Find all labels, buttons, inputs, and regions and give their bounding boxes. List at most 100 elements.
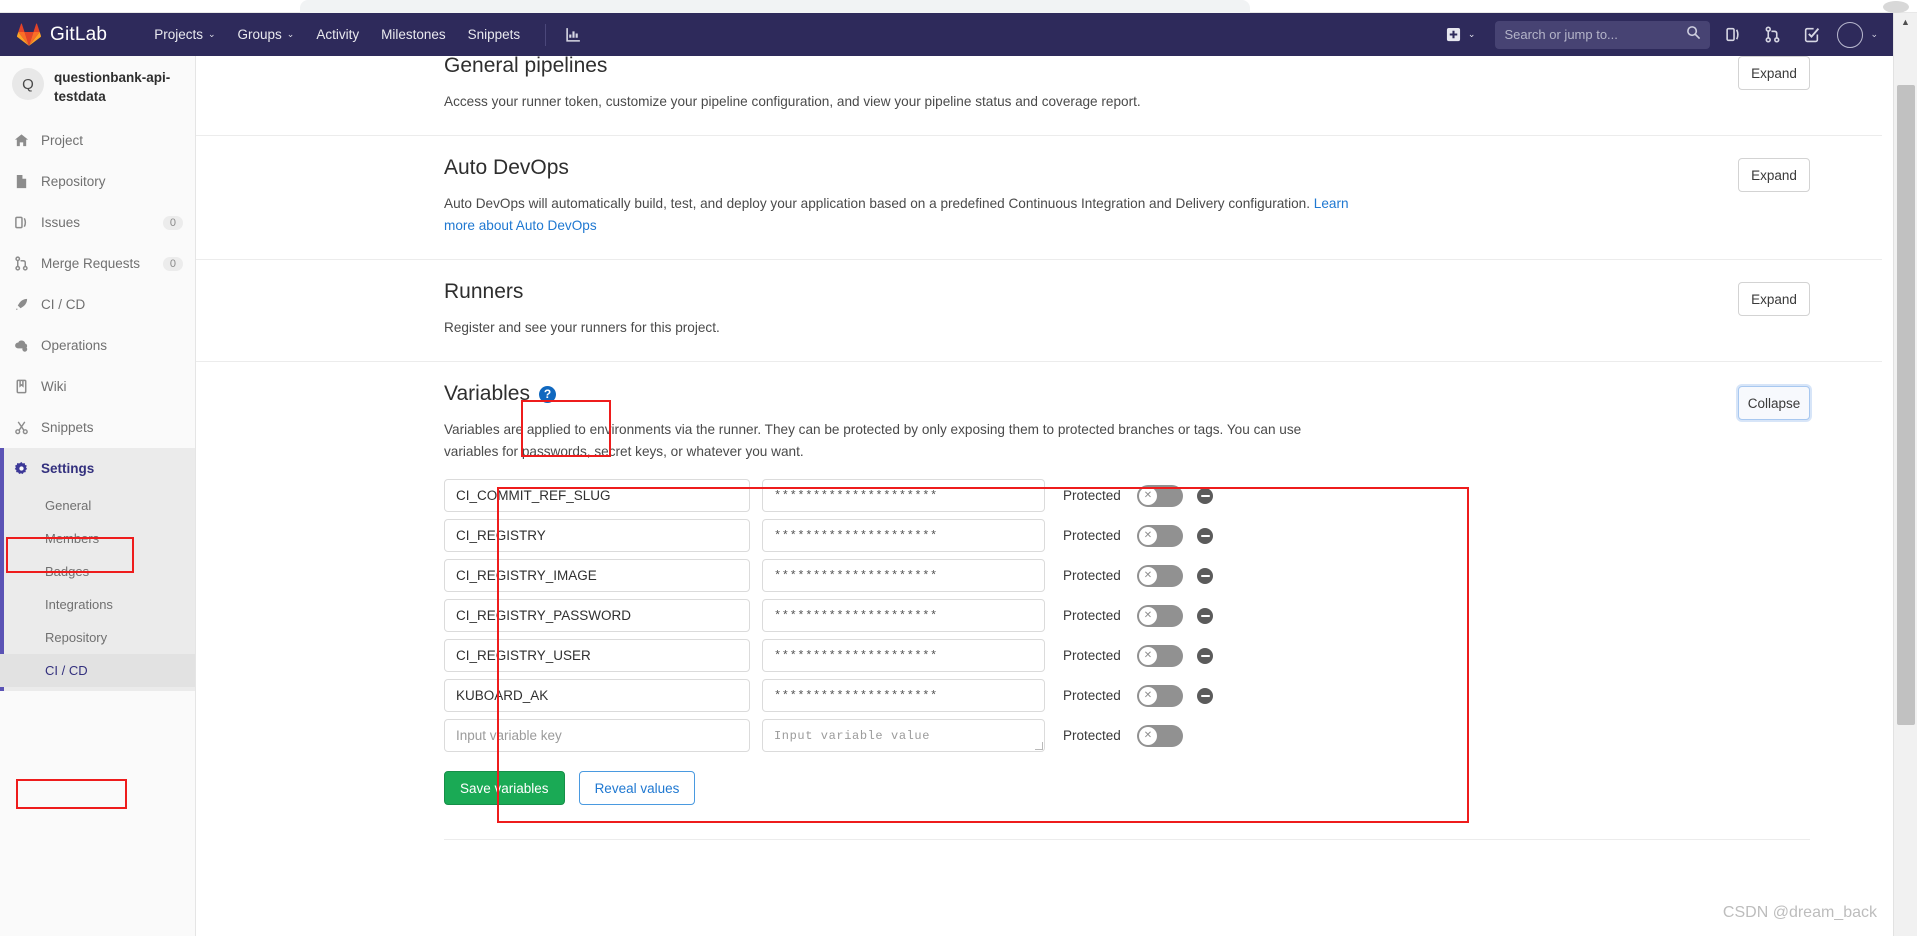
section-general-pipelines: General pipelines Access your runner tok…: [196, 56, 1882, 136]
sidebar-item-repository[interactable]: Repository: [0, 161, 195, 202]
variables-description: Variables are applied to environments vi…: [444, 422, 1302, 459]
variable-key-input[interactable]: [444, 559, 750, 592]
remove-variable-button[interactable]: [1197, 687, 1213, 704]
expand-button-auto-devops[interactable]: Expand: [1738, 158, 1810, 192]
section-title: General pipelines: [444, 56, 608, 77]
variable-value-input[interactable]: [762, 479, 1045, 512]
protected-toggle[interactable]: ✕: [1137, 724, 1183, 747]
variable-value-input[interactable]: [762, 559, 1045, 592]
page-scrollbar[interactable]: ▲: [1893, 13, 1917, 936]
sidebar-item-ci-cd[interactable]: CI / CD: [0, 284, 195, 325]
protected-toggle[interactable]: ✕: [1137, 684, 1183, 707]
protected-label: Protected: [1063, 608, 1121, 623]
new-variable-key-input[interactable]: [444, 719, 750, 752]
user-avatar-menu[interactable]: ⌄: [1837, 21, 1878, 48]
sidebar-subitem-members[interactable]: Members: [0, 522, 195, 555]
issues-icon[interactable]: [1718, 21, 1749, 48]
settings-submenu: General Members Badges Integrations Repo…: [0, 489, 195, 691]
variable-value-input[interactable]: [762, 519, 1045, 552]
search-box[interactable]: [1495, 20, 1711, 49]
variable-value-input[interactable]: [762, 679, 1045, 712]
chevron-down-icon: ⌄: [1870, 29, 1878, 39]
collapse-button-variables[interactable]: Collapse: [1738, 386, 1810, 420]
browser-tab[interactable]: [300, 0, 1250, 13]
sidebar-item-issues[interactable]: Issues 0: [0, 202, 195, 243]
variable-row-new: Protected ✕: [444, 719, 1810, 752]
new-item-dropdown[interactable]: ⌄: [1440, 23, 1482, 46]
sidebar-item-label: Wiki: [41, 379, 67, 394]
nav-link-projects[interactable]: Projects ⌄: [143, 21, 226, 48]
search-input[interactable]: [1504, 27, 1687, 42]
reveal-values-button[interactable]: Reveal values: [578, 771, 696, 805]
sidebar-subitem-label: Repository: [45, 630, 108, 645]
sidebar-subitem-repository[interactable]: Repository: [0, 621, 195, 654]
sidebar-item-label: Snippets: [41, 420, 94, 435]
watermark: CSDN @dream_back: [1722, 904, 1877, 921]
scrollbar-thumb[interactable]: [1897, 85, 1915, 725]
sidebar-item-snippets[interactable]: Snippets: [0, 407, 195, 448]
nav-link-label: Snippets: [467, 27, 521, 42]
sidebar-item-merge-requests[interactable]: Merge Requests 0: [0, 243, 195, 284]
remove-variable-button[interactable]: [1197, 527, 1213, 544]
nav-link-snippets[interactable]: Snippets: [457, 21, 532, 48]
sidebar-item-operations[interactable]: Operations: [0, 325, 195, 366]
nav-link-label: Activity: [316, 27, 360, 42]
remove-variable-button[interactable]: [1197, 607, 1213, 624]
sidebar-item-label: Merge Requests: [41, 256, 141, 271]
sidebar-subitem-badges[interactable]: Badges: [0, 555, 195, 588]
scroll-up-arrow[interactable]: ▲: [1894, 13, 1917, 31]
save-variables-button[interactable]: Save variables: [444, 771, 565, 805]
nav-link-label: Milestones: [381, 27, 446, 42]
remove-variable-button[interactable]: [1197, 567, 1213, 584]
protected-toggle[interactable]: ✕: [1137, 524, 1183, 547]
browser-profile-icon[interactable]: [1883, 1, 1909, 13]
remove-variable-button[interactable]: [1197, 647, 1213, 664]
variable-key-input[interactable]: [444, 519, 750, 552]
variables-actions: Save variables Reveal values: [444, 771, 1810, 805]
nav-link-groups[interactable]: Groups ⌄: [227, 21, 306, 48]
gitlab-tanuki-icon: [17, 23, 41, 46]
document-icon: [12, 174, 30, 189]
variable-value-input[interactable]: [762, 639, 1045, 672]
protected-toggle[interactable]: ✕: [1137, 604, 1183, 627]
merge-requests-icon[interactable]: [1757, 21, 1788, 48]
resize-grip-icon[interactable]: [1035, 742, 1043, 750]
variable-key-input[interactable]: [444, 479, 750, 512]
section-title: Runners: [444, 280, 524, 303]
sidebar-subitem-ci-cd[interactable]: CI / CD: [0, 654, 195, 687]
variable-value-input[interactable]: [762, 599, 1045, 632]
nav-link-label: Projects: [154, 27, 203, 42]
navbar-right: ⌄ Search or jump to... ⌄: [1440, 20, 1893, 49]
variable-key-input[interactable]: [444, 599, 750, 632]
todos-icon[interactable]: [1796, 21, 1827, 48]
nav-link-milestones[interactable]: Milestones: [370, 21, 457, 48]
toggle-knob: ✕: [1139, 566, 1157, 585]
protected-label: Protected: [1063, 488, 1121, 503]
variable-key-input[interactable]: [444, 639, 750, 672]
sidebar-subitem-integrations[interactable]: Integrations: [0, 588, 195, 621]
protected-toggle[interactable]: ✕: [1137, 644, 1183, 667]
sidebar-project-header[interactable]: Q questionbank-api-testdata: [0, 56, 195, 120]
expand-button-general-pipelines[interactable]: Expand: [1738, 56, 1810, 90]
avatar: [1837, 21, 1864, 48]
toggle-knob: ✕: [1139, 486, 1157, 505]
expand-button-runners[interactable]: Expand: [1738, 282, 1810, 316]
plus-square-icon: [1446, 27, 1460, 42]
chevron-down-icon: ⌄: [286, 29, 295, 39]
sidebar-subitem-general[interactable]: General: [0, 489, 195, 522]
nav-link-activity[interactable]: Activity: [305, 21, 370, 48]
new-variable-value-input[interactable]: [762, 719, 1045, 752]
project-sidebar: Q questionbank-api-testdata Project Repo…: [0, 56, 196, 936]
variable-key-input[interactable]: [444, 679, 750, 712]
help-icon[interactable]: ?: [539, 385, 556, 403]
remove-variable-button[interactable]: [1197, 487, 1213, 504]
protected-toggle[interactable]: ✕: [1137, 564, 1183, 587]
pipelines-chart-icon[interactable]: [558, 21, 589, 48]
sidebar-item-wiki[interactable]: Wiki: [0, 366, 195, 407]
protected-toggle[interactable]: ✕: [1137, 484, 1183, 507]
sidebar-item-project[interactable]: Project: [0, 120, 195, 161]
gitlab-logo-link[interactable]: GitLab: [17, 23, 107, 46]
section-description-text: Auto DevOps will automatically build, te…: [444, 196, 1314, 211]
protected-label: Protected: [1063, 688, 1121, 703]
sidebar-item-settings[interactable]: Settings: [0, 448, 195, 489]
